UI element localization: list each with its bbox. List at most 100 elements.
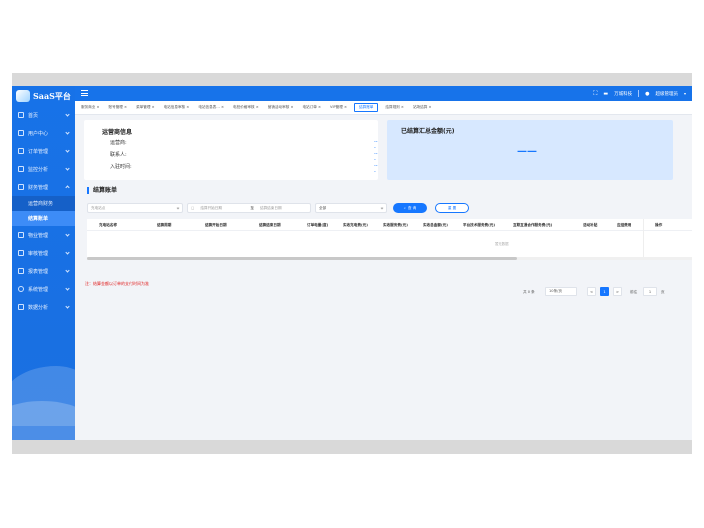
monitor-icon xyxy=(18,166,24,172)
column-header: 充电站名称 xyxy=(99,223,117,227)
menu-icon[interactable] xyxy=(81,90,88,96)
column-header: 操作 xyxy=(655,223,663,227)
user-name[interactable]: 超级管理员 xyxy=(655,91,678,97)
range-separator: 至 xyxy=(250,205,254,210)
sidebar-subitem-operator-finance[interactable]: 运营商财务 xyxy=(12,196,75,211)
chevron-down-icon xyxy=(65,268,70,273)
decorative-wave xyxy=(12,401,75,440)
goto-label: 前往 xyxy=(630,289,638,294)
tab-station-orders[interactable]: 电站订单 × xyxy=(300,104,323,111)
page-number: 1 xyxy=(603,289,606,294)
end-date-input[interactable]: 结算结束日期 xyxy=(260,206,282,211)
sidebar-item-label: 首页 xyxy=(28,112,39,119)
column-header: 互联互通合作服务费(元) xyxy=(513,223,553,227)
header-divider xyxy=(638,90,640,97)
window-top-bar xyxy=(12,73,692,86)
horizontal-scrollbar[interactable] xyxy=(87,257,692,260)
chevron-down-icon[interactable]: ▾ xyxy=(684,91,686,96)
station-select[interactable]: 充电站点 xyxy=(87,203,183,213)
calendar-icon: ▢ xyxy=(191,206,195,210)
fullscreen-icon[interactable]: ⛶ xyxy=(593,90,597,98)
logo: SaaS平台 xyxy=(12,86,75,106)
info-label: 运营商: xyxy=(110,140,127,146)
search-icon: ⌕ xyxy=(403,206,406,210)
app-window: SaaS平台 首页 用户中心 订单管理 监控分析 财务管理 运营商财务 结算账单… xyxy=(12,86,692,440)
top-header: ⛶ ▬ 万城科技 ● 超级管理员 ▾ xyxy=(75,86,692,101)
sidebar-subitem-settlement-bill[interactable]: 结算账单 xyxy=(12,211,75,226)
monitor-icon: ▬ xyxy=(603,90,609,97)
info-value: --- xyxy=(374,139,378,151)
tab-bar: 服务商业 × 账号管理 × 菜单管理 × 电站信息审核 × 电站信息表… × 电… xyxy=(75,101,692,115)
prev-page-button[interactable]: < xyxy=(587,287,596,296)
analytics-icon xyxy=(18,304,24,310)
tab-site-settlement[interactable]: 站场结算 × xyxy=(411,104,434,111)
column-header: 结算结束日期 xyxy=(259,223,281,227)
sidebar-item-reports[interactable]: 报表管理 xyxy=(12,262,75,280)
scrollbar-thumb[interactable] xyxy=(87,257,517,260)
settled-summary-card: 已结算汇总金额(元) —— xyxy=(387,120,673,180)
goto-page-input[interactable]: 1 xyxy=(643,287,657,296)
chevron-down-icon xyxy=(65,130,70,135)
tab-vip[interactable]: VIP管理 × xyxy=(328,104,349,111)
wallet-icon xyxy=(18,184,24,190)
window-bottom-bar xyxy=(12,440,692,454)
sidebar-nav: 首页 用户中心 订单管理 监控分析 财务管理 运营商财务 结算账单 物业管理 审… xyxy=(12,106,75,316)
settled-amount: —— xyxy=(517,146,537,157)
sidebar-item-system[interactable]: 系统管理 xyxy=(12,280,75,298)
next-page-button[interactable]: > xyxy=(613,287,622,296)
header-right: ⛶ ▬ 万城科技 ● 超级管理员 ▾ xyxy=(593,86,686,101)
sidebar-item-label: 用户中心 xyxy=(28,130,49,137)
info-label: 入驻时间: xyxy=(110,164,132,170)
column-header: 应结费用 xyxy=(617,223,632,227)
pagination-total: 共 0 条 xyxy=(523,289,535,294)
section-title: 结算账单 xyxy=(87,187,117,194)
tab-menu[interactable]: 菜单管理 × xyxy=(134,104,157,111)
tab-pile-price-audit[interactable]: 电桩价格审核 × xyxy=(231,104,261,111)
tab-settlement-bill[interactable]: 结算账单 xyxy=(354,103,379,112)
user-icon xyxy=(18,130,24,136)
sidebar-item-label: 系统管理 xyxy=(28,286,49,293)
card-title: 已结算汇总金额(元) xyxy=(401,128,455,135)
info-value: --- xyxy=(374,163,378,175)
fixed-column-divider xyxy=(643,219,644,257)
main-content: 运营商信息 运营商: --- 联系人: --- 入驻时间: --- 已结算汇总金… xyxy=(75,115,692,440)
sidebar-item-analytics[interactable]: 数据分析 xyxy=(12,298,75,316)
operator-info-card: 运营商信息 运营商: --- 联系人: --- 入驻时间: --- xyxy=(84,120,378,180)
company-name[interactable]: 万城科技 xyxy=(614,91,632,97)
chevron-down-icon xyxy=(176,206,180,210)
sidebar-item-finance[interactable]: 财务管理 xyxy=(12,178,75,196)
start-date-input[interactable]: 结算开始日期 xyxy=(200,206,244,211)
tab-account[interactable]: 账号管理 × xyxy=(107,104,130,111)
sidebar-item-orders[interactable]: 订单管理 xyxy=(12,142,75,160)
page-size-select[interactable]: 10条/页 xyxy=(545,287,577,296)
page-number-button[interactable]: 1 xyxy=(600,287,609,296)
status-select[interactable]: 全部 xyxy=(315,203,387,213)
tab-settlement-rules[interactable]: 结算规则 × xyxy=(383,104,406,111)
button-label: 重 置 xyxy=(447,205,457,210)
sidebar-item-label: 订单管理 xyxy=(28,148,49,155)
tab-station-audit[interactable]: 电站信息审核 × xyxy=(162,104,192,111)
empty-state-text: 暂无数据 xyxy=(495,242,509,246)
card-title: 运营商信息 xyxy=(102,129,133,136)
chevron-down-icon xyxy=(65,112,70,117)
sidebar-item-home[interactable]: 首页 xyxy=(12,106,75,124)
sidebar-item-monitor[interactable]: 监控分析 xyxy=(12,160,75,178)
user-avatar-icon: ● xyxy=(645,90,650,97)
sidebar-item-users[interactable]: 用户中心 xyxy=(12,124,75,142)
date-range-picker[interactable]: ▢ 结算开始日期 至 结算结束日期 xyxy=(187,203,311,213)
tab-station-info[interactable]: 电站信息表… × xyxy=(196,104,226,111)
column-header: 实收服务费(元) xyxy=(383,223,408,227)
sidebar-item-audit[interactable]: 审核管理 xyxy=(12,244,75,262)
reset-button[interactable]: 重 置 xyxy=(435,203,469,213)
select-placeholder: 充电站点 xyxy=(91,205,106,210)
chevron-down-icon xyxy=(65,232,70,237)
sidebar-item-property[interactable]: 物业管理 xyxy=(12,226,75,244)
column-header: 结算开始日期 xyxy=(205,223,227,227)
tab-marketing-audit[interactable]: 营销活动审核 × xyxy=(266,104,296,111)
order-icon xyxy=(18,148,24,154)
search-button[interactable]: ⌕ 查 询 xyxy=(393,203,427,213)
column-header: 实收总金额(元) xyxy=(423,223,448,227)
settlement-table: 充电站名称 结算周期 结算开始日期 结算结束日期 订单电量(度) 实收充电费(元… xyxy=(87,219,692,257)
tab-service[interactable]: 服务商业 × xyxy=(79,104,102,111)
sidebar-subitem-label: 结算账单 xyxy=(28,216,49,222)
